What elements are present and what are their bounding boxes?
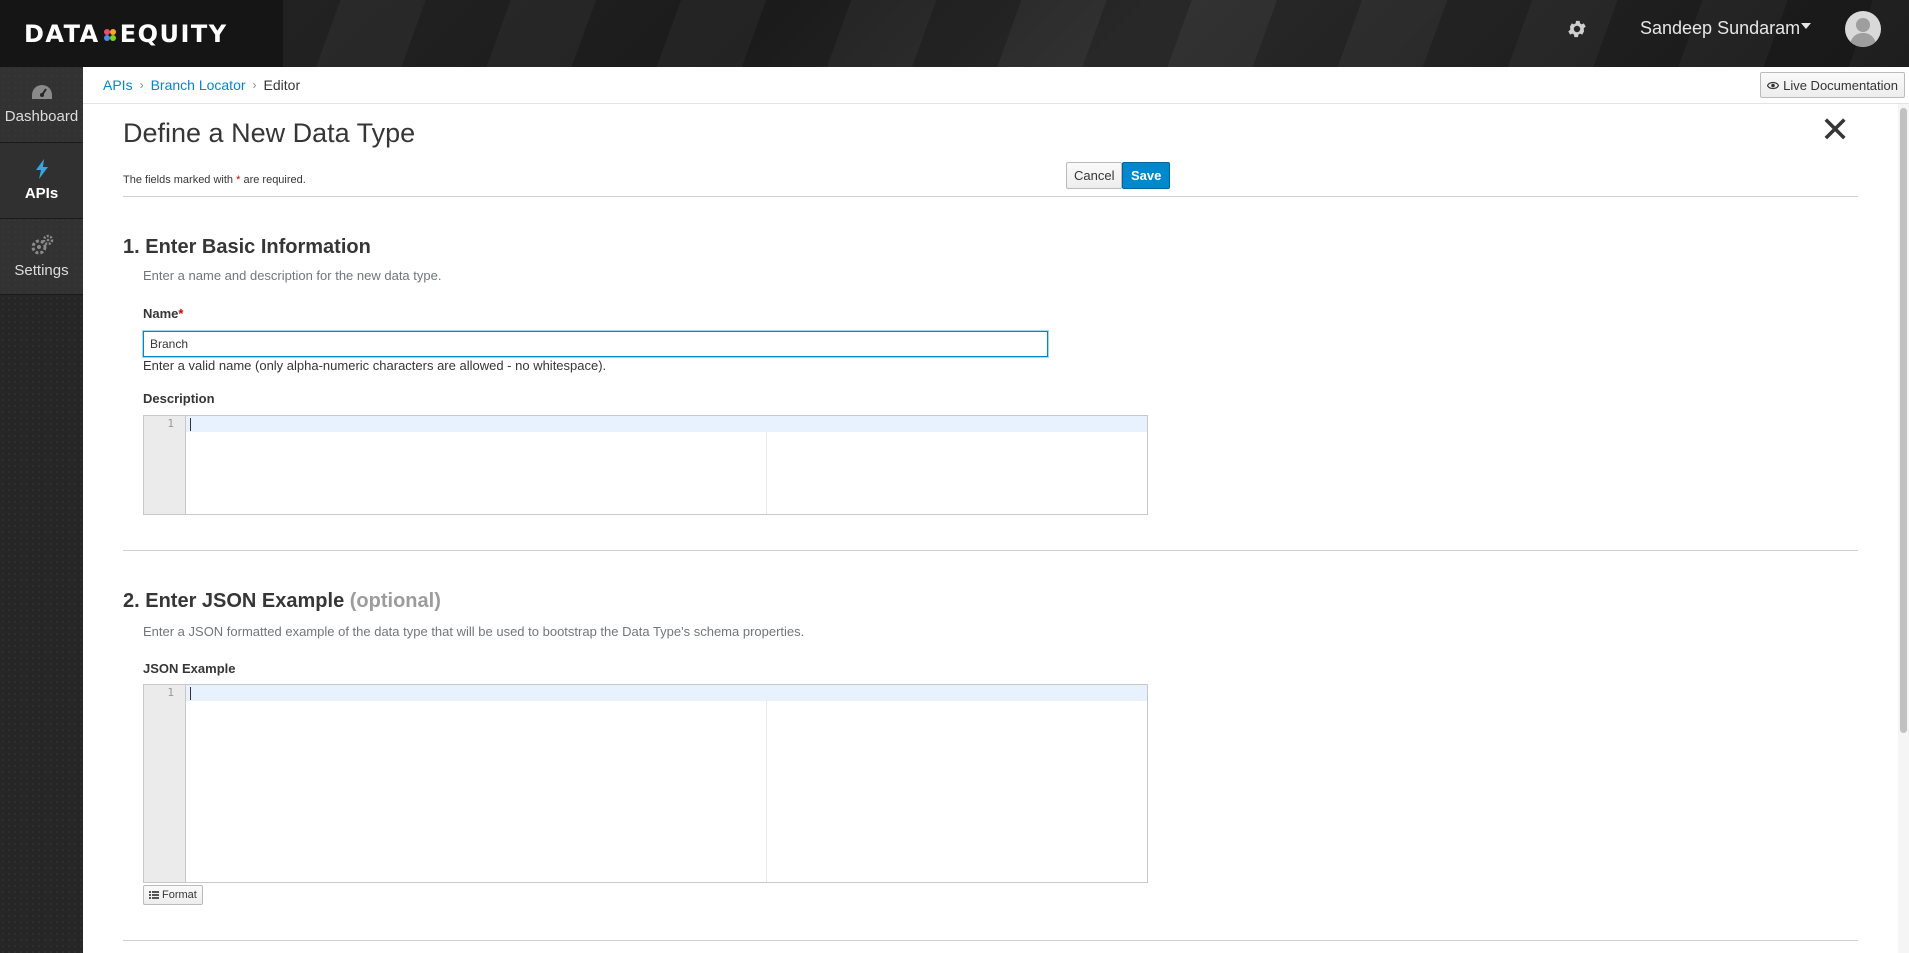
top-header: DATA EQUITY Sandeep Sundaram xyxy=(0,0,1909,67)
section-basic-info-title: 1. Enter Basic Information xyxy=(123,236,371,258)
section-basic-info-desc: Enter a name and description for the new… xyxy=(143,268,442,283)
breadcrumb-apis[interactable]: APIs xyxy=(103,77,133,93)
divider xyxy=(123,940,1858,941)
section-json-example-desc: Enter a JSON formatted example of the da… xyxy=(143,624,805,639)
dashboard-icon xyxy=(31,85,52,99)
json-example-editor[interactable]: 1 xyxy=(143,684,1148,883)
json-example-label: JSON Example xyxy=(143,661,236,676)
divider xyxy=(123,196,1858,197)
editor-line-number: 1 xyxy=(167,686,174,699)
optional-label: (optional) xyxy=(349,590,441,612)
editor-cursor xyxy=(190,418,191,431)
sidebar-item-settings[interactable]: Settings xyxy=(0,219,83,295)
breadcrumb: APIs › Branch Locator › Editor xyxy=(103,77,300,93)
editor-gutter xyxy=(144,685,186,882)
page-scrollbar[interactable] xyxy=(1898,104,1909,953)
brand-dots-icon xyxy=(103,28,116,41)
eye-icon xyxy=(1767,81,1780,89)
user-avatar-icon[interactable] xyxy=(1845,11,1881,47)
divider xyxy=(123,550,1858,551)
brand-logo[interactable]: DATA EQUITY xyxy=(0,0,283,67)
user-name[interactable]: Sandeep Sundaram xyxy=(1640,18,1800,39)
section-json-example-title-text: 2. Enter JSON Example xyxy=(123,590,345,612)
breadcrumb-branch-locator[interactable]: Branch Locator xyxy=(151,77,246,93)
format-button[interactable]: Format xyxy=(143,885,203,905)
breadcrumb-separator: › xyxy=(252,78,257,92)
page-title: Define a New Data Type xyxy=(123,118,416,148)
breadcrumb-separator: › xyxy=(139,78,144,92)
format-label: Format xyxy=(162,889,197,901)
editor-active-line xyxy=(186,416,1147,432)
editor-line-number: 1 xyxy=(167,417,174,430)
list-icon xyxy=(149,891,159,899)
bolt-icon xyxy=(35,159,48,179)
editor-gutter xyxy=(144,416,186,514)
name-label: Name* xyxy=(143,306,183,321)
required-star: * xyxy=(236,174,241,186)
sidebar-item-dashboard[interactable]: Dashboard xyxy=(0,67,83,143)
required-note-prefix: The fields marked with xyxy=(123,174,234,186)
gears-icon xyxy=(31,234,53,255)
description-label: Description xyxy=(143,391,215,406)
name-label-text: Name xyxy=(143,306,179,321)
section-json-example-title: 2. Enter JSON Example (optional) xyxy=(123,590,441,613)
sidebar-item-apis[interactable]: APIs xyxy=(0,143,83,219)
live-documentation-button[interactable]: Live Documentation xyxy=(1760,72,1905,98)
name-input[interactable] xyxy=(143,331,1048,357)
editor-cursor xyxy=(190,687,191,700)
avatar-silhouette-icon xyxy=(1849,18,1877,47)
sidebar: Dashboard APIs Settings xyxy=(0,67,83,953)
sidebar-item-label: APIs xyxy=(24,185,59,202)
required-note: The fields marked with * are required. xyxy=(123,174,306,186)
close-icon[interactable]: ✕ xyxy=(1820,112,1850,148)
description-editor[interactable]: 1 xyxy=(143,415,1148,515)
brand-text-left: DATA xyxy=(24,19,100,48)
header-background xyxy=(0,0,1909,67)
cancel-button[interactable]: Cancel xyxy=(1066,162,1123,189)
caret-down-icon[interactable] xyxy=(1800,21,1812,31)
name-required-star: * xyxy=(178,306,184,321)
sidebar-item-label: Dashboard xyxy=(4,108,79,125)
breadcrumb-current: Editor xyxy=(263,77,301,93)
breadcrumb-bar: APIs › Branch Locator › Editor Live Docu… xyxy=(83,67,1909,104)
editor-print-margin xyxy=(766,432,767,514)
gear-icon[interactable] xyxy=(1566,18,1588,40)
editor-print-margin xyxy=(766,701,767,882)
name-help-text: Enter a valid name (only alpha-numeric c… xyxy=(143,358,607,373)
brand-text-right: EQUITY xyxy=(119,19,228,48)
required-note-suffix: are required. xyxy=(243,174,306,186)
scrollbar-thumb[interactable] xyxy=(1900,108,1907,733)
sidebar-item-label: Settings xyxy=(14,262,69,279)
editor-active-line xyxy=(186,685,1147,701)
live-documentation-label: Live Documentation xyxy=(1783,77,1898,93)
save-button[interactable]: Save xyxy=(1122,162,1171,189)
